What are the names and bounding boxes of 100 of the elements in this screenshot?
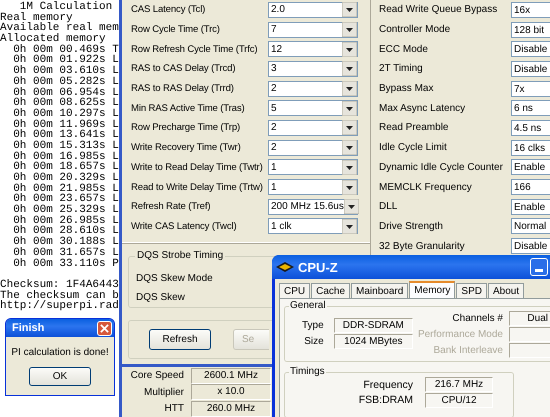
setting-label: 2T Timing (379, 63, 424, 74)
setting-label: Write Recovery Time (Twr) (131, 142, 242, 154)
info-value: 2600.1 MHz (191, 368, 271, 384)
ok-button[interactable]: OK (29, 367, 91, 386)
value-field[interactable]: 6 ns (511, 100, 550, 116)
setting-label: Write CAS Latency (Twcl) (131, 220, 238, 232)
value-field: DDR-SDRAM (334, 318, 413, 332)
dropdown[interactable]: 12 (268, 41, 358, 58)
dropdown[interactable]: 2 (268, 140, 358, 156)
value-field[interactable]: 166 (511, 179, 550, 196)
value-field: 216.7 MHz (425, 377, 493, 392)
dropdown[interactable]: 1 (268, 159, 358, 176)
value-field: CPU/12 (425, 392, 493, 408)
console-line: 0h 00m 10.297s L (13, 108, 119, 120)
setting-label: Idle Cycle Limit (379, 142, 448, 154)
minimize-button[interactable] (530, 258, 548, 276)
dropdown[interactable]: 2 (268, 80, 358, 97)
console-line: 0h 00m 01.922s L (13, 54, 119, 66)
dropdown[interactable]: 2.0 (268, 2, 358, 18)
tab[interactable]: CPU (279, 283, 310, 298)
value-field[interactable]: 4.5 ns (511, 120, 550, 136)
dialog-message: PI calculation is done! (11, 347, 109, 358)
dropdown-arrow-icon (342, 61, 357, 76)
value-field[interactable]: Normal (511, 218, 550, 234)
dropdown[interactable]: 1 clk (268, 218, 358, 234)
info-label: Multiplier (142, 386, 185, 398)
info-value: 260.0 MHz (191, 400, 271, 417)
dropdown[interactable]: 200 MHz 15.6us (268, 198, 358, 215)
setting-label: Row Precharge Time (Trp) (131, 122, 242, 134)
setting-label: Min RAS Active Time (Tras) (131, 102, 246, 114)
dropdown-arrow-icon (342, 100, 357, 116)
tab[interactable]: Cache (311, 283, 350, 298)
dropdown-arrow-icon (342, 42, 357, 57)
value-field[interactable]: 16x (511, 2, 550, 18)
console-line: 0h 00m 20.329s L (13, 172, 119, 184)
dropdown[interactable]: 7 (268, 22, 358, 38)
close-button[interactable] (97, 320, 112, 336)
value-field[interactable]: Enable (511, 159, 550, 176)
value-field[interactable]: 128 bit (511, 22, 550, 38)
console-line: 0h 00m 25.329s L (13, 204, 119, 216)
dropdown-arrow-icon (342, 120, 357, 136)
setting-label: RAS to CAS Delay (Trcd) (131, 63, 236, 74)
value-field (509, 326, 550, 342)
info-label: HTT (164, 403, 185, 414)
console-line: 0h 00m 18.657s L (13, 161, 119, 174)
dropdown-arrow-icon (342, 81, 357, 96)
info-value: x 10.0 (191, 384, 271, 400)
value-field[interactable]: 16 clks (511, 140, 550, 156)
value-field[interactable]: 7x (511, 80, 550, 97)
setting-label: Dynamic Idle Cycle Counter (379, 162, 504, 173)
field-label: Frequency (362, 378, 414, 391)
value-field[interactable]: Disable (511, 60, 550, 77)
button[interactable]: Refresh (149, 328, 211, 350)
value-field[interactable]: Disable (511, 41, 550, 58)
chip-icon (276, 262, 294, 272)
dropdown-arrow-icon (342, 218, 357, 234)
field-label: Type (300, 320, 325, 330)
dropdown[interactable]: 5 (268, 100, 358, 116)
console-line: 0h 00m 05.282s L (13, 76, 119, 88)
dropdown[interactable]: 2 (268, 120, 358, 136)
dropdown-arrow-icon (342, 160, 357, 175)
field-label: Channels # (451, 312, 504, 324)
console-line: 1M Calculation (20, 1, 112, 13)
setting-label: Write to Read Delay Time (Twtr) (131, 162, 264, 173)
console-line: 0h 00m 33.110s P (13, 258, 119, 270)
dropdown-arrow-icon (342, 22, 357, 38)
setting-label: 32 Byte Granularity (379, 240, 466, 252)
setting-label: Refresh Rate (Tref) (131, 201, 212, 212)
field-label: Bank Interleave (432, 344, 504, 356)
close-icon (100, 324, 109, 332)
console-line: 0h 00m 15.313s L (13, 140, 119, 152)
console-line: 0h 00m 31.657s L (13, 246, 119, 259)
value-field[interactable]: Disable (511, 238, 550, 254)
dropdown[interactable]: 1 (268, 179, 358, 196)
setting-label: Read Preamble (379, 122, 450, 134)
console-line: 0h 00m 08.625s L (13, 97, 119, 110)
info-label: Core Speed (130, 370, 185, 382)
tab[interactable]: Mainboard (351, 283, 408, 298)
value-field[interactable]: Enable (511, 198, 550, 215)
setting-label: DQS Skew (136, 292, 185, 303)
console-line: 0h 00m 28.610s L (13, 225, 119, 238)
dropdown[interactable]: 3 (268, 60, 358, 77)
setting-label: DLL (379, 201, 398, 212)
dropdown-arrow-icon (344, 199, 359, 214)
dialog-title: Finish (12, 322, 44, 334)
tab[interactable]: About (488, 283, 524, 298)
console-line: Checksum: 1F4A6443 (0, 278, 119, 291)
console-line: 0h 00m 03.610s L (13, 65, 119, 78)
group-title: Timings (289, 366, 326, 377)
setting-label: Row Cycle Time (Trc) (131, 24, 221, 36)
setting-label: Controller Mode (379, 24, 452, 36)
setting-label: Read to Write Delay Time (Trtw) (131, 182, 264, 193)
tab[interactable]: SPD (456, 283, 487, 298)
value-field: Dual (509, 310, 550, 326)
console-line: 0h 00m 30.188s L (13, 236, 119, 248)
tab[interactable]: Memory (409, 281, 456, 298)
setting-label: Read Write Queue Bypass (379, 4, 498, 16)
dropdown-arrow-icon (342, 140, 357, 156)
minimize-icon (535, 269, 543, 272)
setting-label: ECC Mode (379, 44, 429, 55)
